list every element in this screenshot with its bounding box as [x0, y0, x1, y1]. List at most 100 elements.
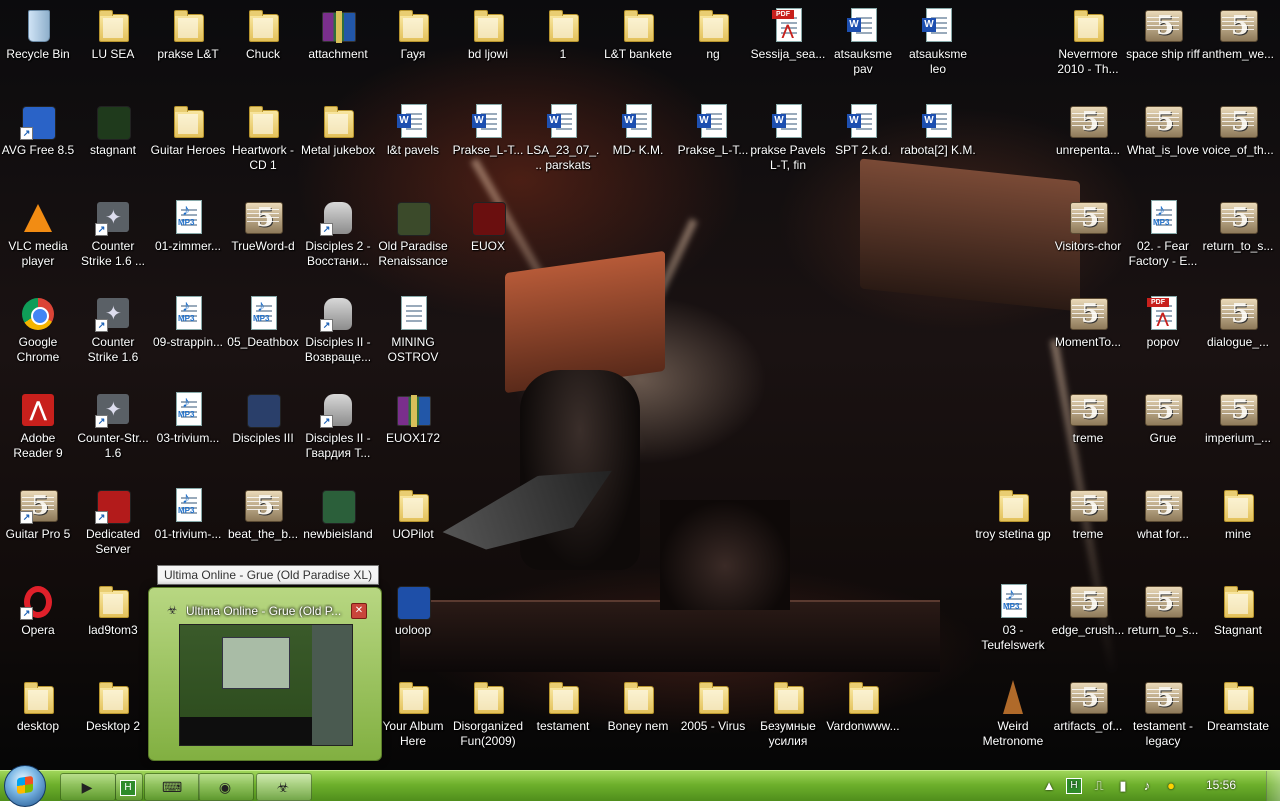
desktop-icon-dreamstate[interactable]: Dreamstate — [1200, 674, 1276, 766]
show-hidden-icons-arrow[interactable]: ▲ — [1040, 777, 1058, 795]
desktop-icon-momentto[interactable]: MomentTo... — [1050, 290, 1126, 382]
desktop-icon-prakse-l-t[interactable]: prakse L&T — [150, 2, 226, 94]
desktop-icon-09-strappin[interactable]: ♪ MP3 09-strappin... — [150, 290, 226, 382]
desktop-icon-mining-ostrov[interactable]: MINING OSTROV — [375, 290, 451, 382]
desktop-icon-guitar-heroes[interactable]: Guitar Heroes — [150, 98, 226, 190]
desktop-icon-your-album-here[interactable]: Your Album Here — [375, 674, 451, 766]
desktop-icon-popov[interactable]: PDF ⋀ popov — [1125, 290, 1201, 382]
desktop-icon-item[interactable]: Гауя — [375, 2, 451, 94]
desktop-icon-counter-strike-1-6[interactable]: ↗ Counter Strike 1.6 — [75, 290, 151, 382]
desktop-icon-sessija-sea[interactable]: PDF ⋀ Sessija_sea... — [750, 2, 826, 94]
desktop-icon-edge-crush[interactable]: edge_crush... — [1050, 578, 1126, 670]
desktop-icon-prakse-l-t[interactable]: W Prakse_L-T... — [450, 98, 526, 190]
desktop-icon-uoloop[interactable]: uoloop — [375, 578, 451, 670]
desktop-icon-disciples-ii[interactable]: ↗ Disciples II - Гвардия Т... — [300, 386, 376, 478]
desktop-icon-old-paradise-renaissance[interactable]: Old Paradise Renaissance — [375, 194, 451, 286]
desktop-icon-2005-virus[interactable]: 2005 - Virus — [675, 674, 751, 766]
desktop-icon-nevermore-2010-th[interactable]: Nevermore 2010 - Th... — [1050, 2, 1126, 94]
desktop-icon-02-fear-factory-e[interactable]: ♪ MP3 02. - Fear Factory - E... — [1125, 194, 1201, 286]
taskbar-button-keyboard-app[interactable]: ⌨ — [144, 773, 200, 801]
desktop-icon-spt-2-k-d[interactable]: W SPT 2.k.d. — [825, 98, 901, 190]
desktop-icon-desktop-2[interactable]: Desktop 2 — [75, 674, 151, 766]
desktop-icon-item[interactable]: Безумные усилия — [750, 674, 826, 766]
show-desktop-button[interactable] — [1266, 771, 1280, 801]
volume-icon[interactable]: ♪ — [1138, 777, 1156, 795]
desktop-icon-google-chrome[interactable]: Google Chrome — [0, 290, 76, 382]
desktop-icon-03-trivium[interactable]: ♪ MP3 03-trivium... — [150, 386, 226, 478]
desktop-icon-unrepenta[interactable]: unrepenta... — [1050, 98, 1126, 190]
desktop-icon-testament[interactable]: testament — [525, 674, 601, 766]
taskbar-thumbnail-preview[interactable]: ☣ Ultima Online - Grue (Old P... ✕ — [148, 587, 382, 761]
desktop-icon-dialogue[interactable]: dialogue_... — [1200, 290, 1276, 382]
desktop-icon-counter-str-1-6[interactable]: ↗ Counter-Str... 1.6 — [75, 386, 151, 478]
taskbar-button-green-h-app[interactable]: H — [115, 773, 143, 801]
desktop-icon-newbieisland[interactable]: newbieisland — [300, 482, 376, 574]
desktop-icon-prakse-l-t[interactable]: W Prakse_L-T... — [675, 98, 751, 190]
desktop-icon-space-ship-riff[interactable]: space ship riff — [1125, 2, 1201, 94]
desktop-icon-euox[interactable]: EUOX — [450, 194, 526, 286]
usb-device-icon[interactable]: ⎍ — [1090, 777, 1108, 795]
desktop-icon-treme[interactable]: treme — [1050, 386, 1126, 478]
desktop-icon-weird-metronome[interactable]: Weird Metronome — [975, 674, 1051, 766]
desktop-icon-05-deathbox[interactable]: ♪ MP3 05_Deathbox — [225, 290, 301, 382]
desktop-icon-euox172[interactable]: EUOX172 — [375, 386, 451, 478]
desktop-icon-atsauksme-pav[interactable]: Watsauksme pav — [825, 2, 901, 94]
desktop-icon-what-for[interactable]: what for... — [1125, 482, 1201, 574]
messenger-icon[interactable]: ● — [1162, 777, 1180, 795]
desktop-icon-rabota-2-k-m[interactable]: Wrabota[2] K.M. — [900, 98, 976, 190]
desktop-icon-anthem-we[interactable]: anthem_we... — [1200, 2, 1276, 94]
desktop-icon-01-zimmer[interactable]: ♪ MP3 01-zimmer... — [150, 194, 226, 286]
desktop-icon-mine[interactable]: mine — [1200, 482, 1276, 574]
close-icon[interactable]: ✕ — [351, 603, 367, 619]
desktop-icon-vardonwww[interactable]: Vardonwww... — [825, 674, 901, 766]
desktop-icon-disciples-iii[interactable]: Disciples III — [225, 386, 301, 478]
desktop-icon-stagnant[interactable]: stagnant — [75, 98, 151, 190]
desktop-icon-disorganized-fun-2009[interactable]: Disorganized Fun(2009) — [450, 674, 526, 766]
desktop-icon-artifacts-of[interactable]: artifacts_of... — [1050, 674, 1126, 766]
green-h-tray-icon[interactable]: H — [1066, 778, 1082, 794]
desktop-icon-boney-nem[interactable]: Boney nem — [600, 674, 676, 766]
desktop-icon-visitors-chor[interactable]: Visitors-chor — [1050, 194, 1126, 286]
taskbar-button-chrome[interactable]: ◉ — [198, 773, 254, 801]
desktop-icon-stagnant[interactable]: Stagnant — [1200, 578, 1276, 670]
network-signal-icon[interactable]: ▮ — [1114, 777, 1132, 795]
desktop-icon-lad9tom3[interactable]: lad9tom3 — [75, 578, 151, 670]
desktop-icon-uopilot[interactable]: UOPilot — [375, 482, 451, 574]
desktop-icon-opera[interactable]: ↗ Opera — [0, 578, 76, 670]
desktop-icon-trueword-d[interactable]: TrueWord-d — [225, 194, 301, 286]
desktop-icon-what-is-love[interactable]: What_is_love — [1125, 98, 1201, 190]
desktop-icon-return-to-s[interactable]: return_to_s... — [1125, 578, 1201, 670]
desktop-icon-disciples-ii[interactable]: ↗ Disciples II - Возвраще... — [300, 290, 376, 382]
taskbar-button-media-player[interactable]: ▶ — [60, 773, 116, 801]
desktop-icon-treme[interactable]: treme — [1050, 482, 1126, 574]
desktop-icon-voice-of-th[interactable]: voice_of_th... — [1200, 98, 1276, 190]
desktop-icon-grue[interactable]: Grue — [1125, 386, 1201, 478]
desktop-icon-testament-legacy[interactable]: testament - legacy — [1125, 674, 1201, 766]
desktop-icon-disciples-2[interactable]: ↗ Disciples 2 - Восстани... — [300, 194, 376, 286]
desktop-icon-chuck[interactable]: Chuck — [225, 2, 301, 94]
desktop-icon-vlc-media-player[interactable]: VLC media player — [0, 194, 76, 286]
desktop-icon-ng[interactable]: ng — [675, 2, 751, 94]
desktop-icon-heartwork-cd-1[interactable]: Heartwork - CD 1 — [225, 98, 301, 190]
desktop-icon-03-teufelswerk[interactable]: ♪ MP3 03 - Teufelswerk — [975, 578, 1051, 670]
desktop-icon-1[interactable]: 1 — [525, 2, 601, 94]
desktop-icon-01-trivium[interactable]: ♪ MP3 01-trivium-... — [150, 482, 226, 574]
desktop-icon-prakse-pavels-l-t-fin[interactable]: Wprakse Pavels L-T, fin — [750, 98, 826, 190]
desktop-icon-avg-free-8-5[interactable]: ↗ AVG Free 8.5 — [0, 98, 76, 190]
desktop-icon-beat-the-b[interactable]: beat_the_b... — [225, 482, 301, 574]
desktop-icon-imperium[interactable]: imperium_... — [1200, 386, 1276, 478]
desktop-icon-l-t-bankete[interactable]: L&T bankete — [600, 2, 676, 94]
desktop-icon-metal-jukebox[interactable]: Metal jukebox — [300, 98, 376, 190]
start-button[interactable] — [4, 765, 46, 807]
preview-window-thumbnail[interactable] — [179, 624, 353, 746]
desktop-icon-l-t-pavels[interactable]: Wl&t pavels — [375, 98, 451, 190]
clock[interactable]: 15:56 — [1196, 778, 1246, 792]
desktop-icon-lu-sea[interactable]: LU SEA — [75, 2, 151, 94]
desktop-icon-adobe-reader-9[interactable]: Adobe Reader 9 — [0, 386, 76, 478]
desktop-icon-atsauksme-leo[interactable]: Watsauksme leo — [900, 2, 976, 94]
desktop-icon-desktop[interactable]: desktop — [0, 674, 76, 766]
desktop-icon-guitar-pro-5[interactable]: ↗ Guitar Pro 5 — [0, 482, 76, 574]
desktop-icon-counter-strike-1-6[interactable]: ↗ Counter Strike 1.6 ... — [75, 194, 151, 286]
desktop-icon-attachment[interactable]: attachment — [300, 2, 376, 94]
desktop-icon-lsa-23-07-parskats[interactable]: W LSA_23_07_... parskats — [525, 98, 601, 190]
